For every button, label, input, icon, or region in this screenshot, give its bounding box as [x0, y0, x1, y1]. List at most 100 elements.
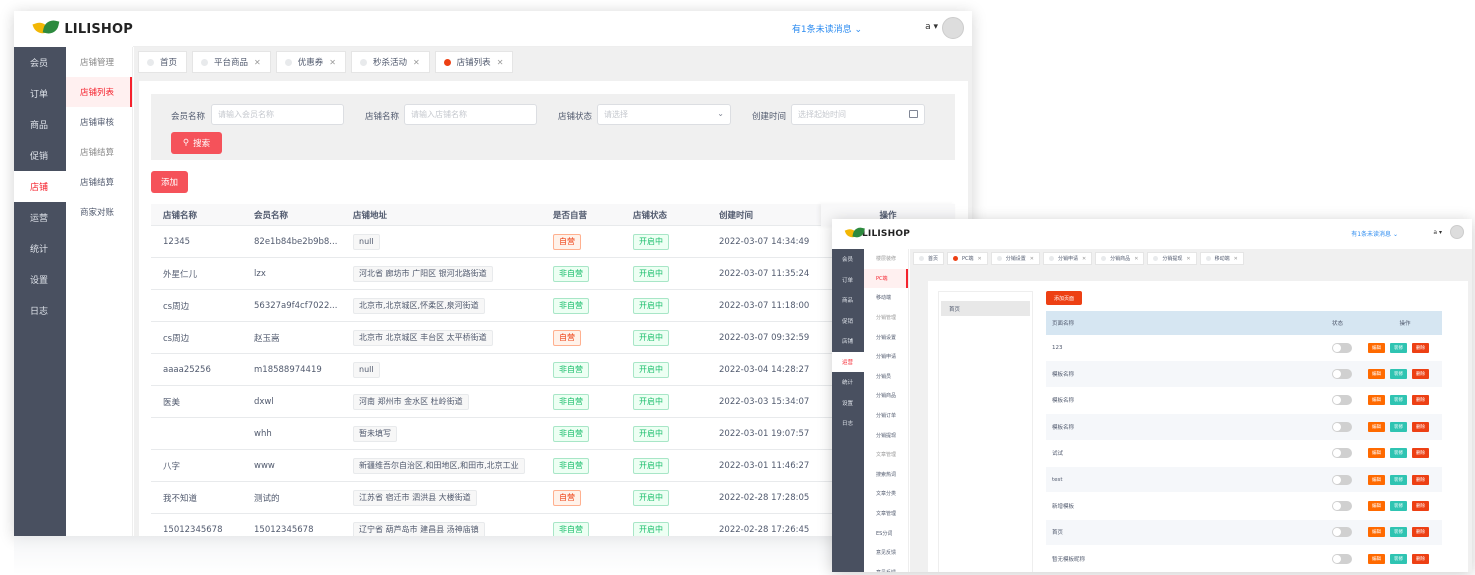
unread-messages-link[interactable]: 有1条未读消息 ⌄: [1351, 229, 1398, 238]
logo[interactable]: LILISHOP: [14, 11, 133, 47]
close-icon[interactable]: ✕: [1030, 256, 1034, 262]
edit-button[interactable]: 编辑: [1368, 553, 1385, 564]
nav-item[interactable]: 订单: [14, 78, 66, 109]
nav-item[interactable]: 商品: [832, 290, 864, 311]
decorate-button[interactable]: 装修: [1390, 527, 1407, 538]
edit-button[interactable]: 编辑: [1368, 395, 1385, 406]
edit-button[interactable]: 编辑: [1368, 342, 1385, 353]
edit-button[interactable]: 编辑: [1368, 527, 1385, 538]
delete-button[interactable]: 删除: [1412, 553, 1429, 564]
nav-item[interactable]: 统计: [14, 233, 66, 264]
search-button[interactable]: ⚲ 搜索: [171, 132, 222, 154]
status-toggle[interactable]: [1332, 421, 1352, 432]
tab[interactable]: 平台商品 ✕: [192, 51, 271, 73]
decorate-button[interactable]: 装修: [1390, 395, 1407, 406]
created-time-picker[interactable]: 选择起始时间: [791, 104, 925, 125]
subnav-item[interactable]: 文章分类: [864, 484, 908, 504]
close-icon[interactable]: ✕: [1186, 256, 1190, 262]
status-toggle[interactable]: [1332, 553, 1352, 564]
delete-button[interactable]: 删除: [1412, 527, 1429, 538]
nav-item[interactable]: 会员: [832, 249, 864, 270]
tab[interactable]: 首页: [913, 252, 945, 265]
tab[interactable]: 首页: [138, 51, 188, 73]
tab[interactable]: 优惠券 ✕: [275, 51, 346, 73]
delete-button[interactable]: 删除: [1412, 474, 1429, 485]
delete-button[interactable]: 删除: [1412, 501, 1429, 512]
decorate-button[interactable]: 装修: [1390, 448, 1407, 459]
subnav-item[interactable]: 搜索热词: [864, 465, 908, 485]
edit-button[interactable]: 编辑: [1368, 448, 1385, 459]
close-icon[interactable]: ✕: [254, 58, 261, 67]
close-icon[interactable]: ✕: [1082, 256, 1086, 262]
add-store-button[interactable]: 添加: [151, 171, 188, 193]
decorate-button[interactable]: 装修: [1390, 369, 1407, 380]
close-icon[interactable]: ✕: [978, 256, 982, 262]
delete-button[interactable]: 删除: [1412, 421, 1429, 432]
decorate-button[interactable]: 装修: [1390, 474, 1407, 485]
member-name-input[interactable]: 请输入会员名称: [211, 104, 344, 125]
nav-item[interactable]: 日志: [832, 413, 864, 434]
decorate-button[interactable]: 装修: [1390, 553, 1407, 564]
decorate-button[interactable]: 装修: [1390, 342, 1407, 353]
subnav-item[interactable]: 意见反馈: [864, 543, 908, 563]
nav-item[interactable]: 会员: [14, 47, 66, 78]
nav-item[interactable]: 日志: [14, 295, 66, 326]
nav-item[interactable]: 店铺: [14, 171, 66, 202]
delete-button[interactable]: 删除: [1412, 369, 1429, 380]
close-icon[interactable]: ✕: [1134, 256, 1138, 262]
subnav-item[interactable]: 店铺列表: [66, 77, 132, 107]
tab[interactable]: 分销申请 ✕: [1042, 252, 1093, 265]
delete-button[interactable]: 删除: [1412, 342, 1429, 353]
nav-item[interactable]: 订单: [832, 270, 864, 291]
nav-item[interactable]: 统计: [832, 372, 864, 393]
subnav-item[interactable]: 文章管理: [864, 504, 908, 524]
tab[interactable]: 分销设置 ✕: [990, 252, 1040, 265]
subnav-item[interactable]: 分销提现: [864, 425, 908, 445]
tab[interactable]: 分销商品 ✕: [1095, 252, 1145, 265]
status-toggle[interactable]: [1332, 395, 1352, 406]
decorate-button[interactable]: 装修: [1390, 501, 1407, 512]
subnav-item[interactable]: 分销申请: [864, 347, 908, 367]
close-icon[interactable]: ✕: [1234, 256, 1238, 262]
status-toggle[interactable]: [1332, 342, 1352, 353]
edit-button[interactable]: 编辑: [1368, 501, 1385, 512]
store-name-input[interactable]: 请输入店铺名称: [404, 104, 537, 125]
nav-item[interactable]: 设置: [14, 264, 66, 295]
subnav-item[interactable]: PC端: [864, 268, 908, 289]
subnav-item[interactable]: 店铺结算: [66, 167, 132, 197]
close-icon[interactable]: ✕: [497, 58, 504, 67]
nav-item[interactable]: 促销: [832, 311, 864, 332]
user-menu[interactable]: a ▾: [925, 22, 938, 32]
unread-messages-link[interactable]: 有1条未读消息 ⌄: [792, 22, 862, 35]
tree-item-home[interactable]: 首页: [941, 301, 1030, 316]
edit-button[interactable]: 编辑: [1368, 474, 1385, 485]
nav-item[interactable]: 运营: [14, 202, 66, 233]
nav-item[interactable]: 促销: [14, 140, 66, 171]
subnav-item[interactable]: 分销员: [864, 367, 908, 387]
store-status-select[interactable]: 请选择 ⌄: [597, 104, 731, 125]
decorate-button[interactable]: 装修: [1390, 421, 1407, 432]
subnav-item[interactable]: 分销商品: [864, 386, 908, 406]
status-toggle[interactable]: [1332, 501, 1352, 512]
subnav-item[interactable]: 意见反馈: [864, 563, 908, 572]
avatar[interactable]: [1450, 225, 1464, 239]
logo[interactable]: LILISHOP: [832, 219, 910, 249]
status-toggle[interactable]: [1332, 448, 1352, 459]
subnav-item[interactable]: 商家对账: [66, 197, 132, 227]
edit-button[interactable]: 编辑: [1368, 369, 1385, 380]
tab[interactable]: 店铺列表 ✕: [434, 51, 514, 73]
status-toggle[interactable]: [1332, 527, 1352, 538]
nav-item[interactable]: 店铺: [832, 331, 864, 352]
nav-item[interactable]: 设置: [832, 393, 864, 414]
subnav-item[interactable]: 分销设置: [864, 327, 908, 347]
add-page-button[interactable]: 添加页面: [1046, 291, 1082, 305]
subnav-item[interactable]: ES分词: [864, 523, 908, 543]
nav-item[interactable]: 商品: [14, 109, 66, 140]
user-menu[interactable]: a ▾: [1433, 229, 1442, 236]
delete-button[interactable]: 删除: [1412, 395, 1429, 406]
avatar[interactable]: [942, 17, 964, 39]
delete-button[interactable]: 删除: [1412, 448, 1429, 459]
close-icon[interactable]: ✕: [329, 58, 336, 67]
close-icon[interactable]: ✕: [413, 58, 420, 67]
tab[interactable]: PC端 ✕: [947, 252, 988, 265]
